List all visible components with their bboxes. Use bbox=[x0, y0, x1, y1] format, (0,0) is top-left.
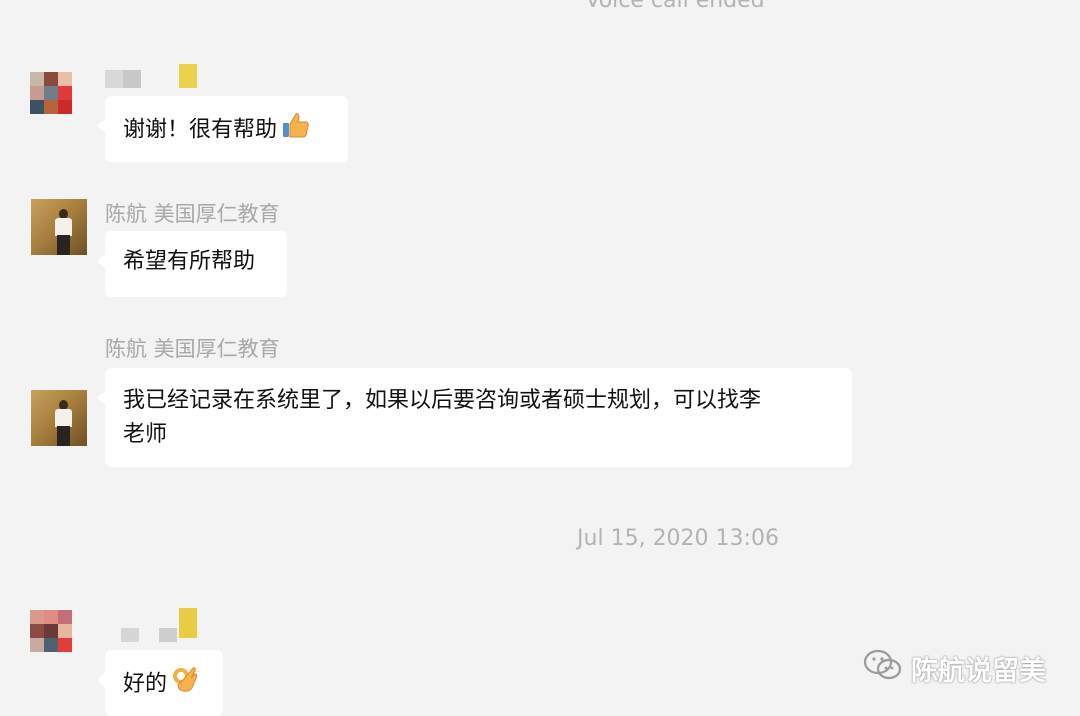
ok-hand-icon bbox=[171, 664, 199, 705]
message-bubble[interactable]: 我已经记录在系统里了，如果以后要咨询或者硕士规划，可以找李 老师 bbox=[97, 368, 852, 467]
message-bubble[interactable]: 好的 bbox=[97, 650, 223, 716]
avatar[interactable] bbox=[31, 199, 87, 255]
sender-name: 陈航 美国厚仁教育 bbox=[105, 337, 280, 361]
sender-name: 陈航 美国厚仁教育 bbox=[105, 202, 280, 226]
avatar[interactable] bbox=[30, 610, 86, 666]
system-message-voice-call: Voice call ended bbox=[585, 0, 765, 13]
blurred-sender-name bbox=[105, 608, 205, 642]
message-text: 希望有所帮助 bbox=[123, 249, 256, 274]
message-text-line: 我已经记录在系统里了，如果以后要咨询或者硕士规划，可以找李 bbox=[123, 388, 762, 413]
message-bubble[interactable]: 谢谢！很有帮助 bbox=[97, 96, 348, 162]
message-text: 好的 bbox=[123, 671, 168, 697]
wechat-icon bbox=[863, 648, 911, 689]
message-bubble[interactable]: 希望有所帮助 bbox=[97, 231, 287, 297]
watermark: 陈航说留美 bbox=[863, 648, 1046, 689]
avatar[interactable] bbox=[31, 390, 87, 446]
message-text: 谢谢！很有帮助 bbox=[123, 117, 278, 143]
message-text-line: 老师 bbox=[123, 422, 168, 447]
thumbs-up-icon bbox=[281, 110, 311, 151]
timestamp: Jul 15, 2020 13:06 bbox=[577, 526, 779, 551]
watermark-text: 陈航说留美 bbox=[911, 656, 1046, 687]
blurred-sender-name bbox=[105, 64, 205, 90]
avatar[interactable] bbox=[30, 72, 86, 128]
